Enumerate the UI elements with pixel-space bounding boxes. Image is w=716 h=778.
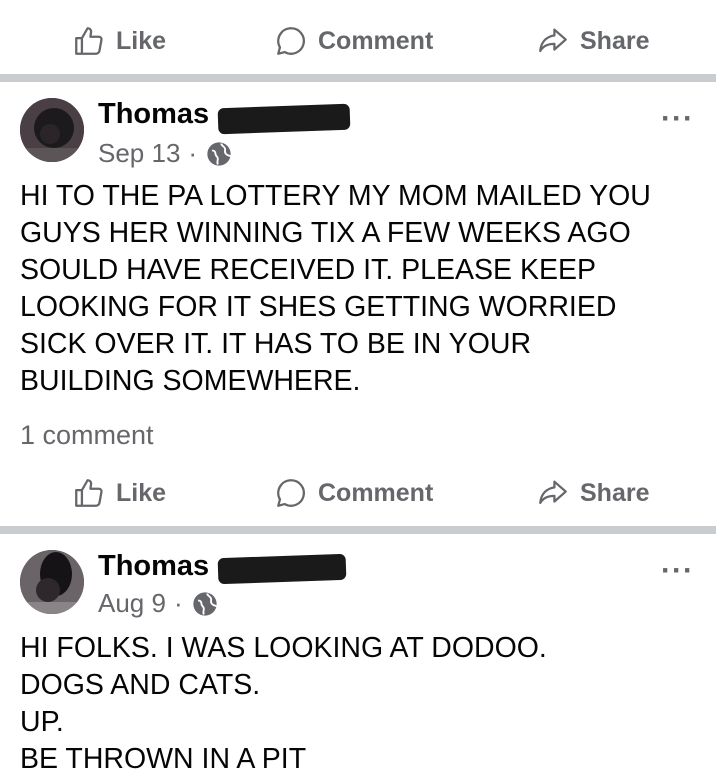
more-options-button[interactable]: ··· [661, 102, 694, 136]
comment-label: Comment [318, 478, 434, 507]
thumbs-up-icon [72, 24, 106, 58]
post-text-line: BUILDING SOMEWHERE. [20, 365, 361, 397]
comment-count[interactable]: 1 comment [20, 420, 154, 451]
more-options-button[interactable]: ··· [661, 554, 694, 588]
name-redaction [217, 103, 351, 135]
post: Thomas Aug 9 · ··· HI FOLKS. I WAS LOOKI… [0, 534, 716, 776]
post-text-line: SICK OVER IT. IT HAS TO BE IN YOUR [20, 328, 532, 360]
author-name[interactable]: Thomas [98, 550, 209, 583]
post-divider [0, 74, 716, 82]
like-button[interactable]: Like [72, 6, 166, 76]
comment-icon [274, 476, 308, 510]
like-label: Like [116, 26, 167, 55]
share-button[interactable]: Share [536, 6, 649, 76]
post-text-line: DOGS AND CATS. [20, 669, 261, 701]
post-text-line: LOOKING FOR IT SHES GETTING WORRIED [20, 291, 617, 323]
post-text-line: UP. [20, 706, 64, 738]
name-redaction [217, 553, 347, 585]
share-button[interactable]: Share [536, 458, 649, 528]
avatar[interactable] [20, 98, 84, 162]
share-icon [536, 24, 570, 58]
avatar[interactable] [20, 550, 84, 614]
comment-icon [274, 24, 308, 58]
author-name[interactable]: Thomas [98, 98, 209, 131]
post-text-line: HI FOLKS. I WAS LOOKING AT DODOO. [20, 632, 547, 664]
action-bar-post: Like Comment Share [0, 458, 716, 528]
post-divider [0, 526, 716, 534]
globe-icon [191, 590, 219, 618]
post-text-line: HI TO THE PA LOTTERY MY MOM MAILED YOU [20, 180, 651, 212]
post-body: HI TO THE PA LOTTERY MY MOM MAILED YOU G… [20, 178, 700, 400]
post-meta: Aug 9 · [98, 588, 219, 619]
action-bar-top: Like Comment Share [0, 6, 716, 76]
post-date[interactable]: Aug 9 [98, 588, 166, 619]
post-meta: Sep 13 · [98, 138, 233, 169]
post-text-line: SOULD HAVE RECEIVED IT. PLEASE KEEP [20, 254, 596, 286]
thumbs-up-icon [72, 476, 106, 510]
comment-label: Comment [318, 26, 434, 55]
share-label: Share [580, 478, 650, 507]
post-body: HI FOLKS. I WAS LOOKING AT DODOO. DOGS A… [20, 630, 700, 778]
post-date[interactable]: Sep 13 [98, 138, 180, 169]
comment-button[interactable]: Comment [274, 458, 433, 528]
meta-separator: · [173, 588, 183, 618]
meta-separator: · [188, 138, 198, 168]
post-text-line: GUYS HER WINNING TIX A FEW WEEKS AGO [20, 217, 631, 249]
post-text-line: BE THROWN IN A PIT [20, 743, 307, 775]
share-label: Share [580, 26, 650, 55]
globe-icon [205, 140, 233, 168]
like-button[interactable]: Like [72, 458, 166, 528]
comment-button[interactable]: Comment [274, 6, 433, 76]
like-label: Like [116, 478, 167, 507]
share-icon [536, 476, 570, 510]
post: Thomas Sep 13 · ··· HI TO THE PA LOTTERY… [0, 82, 716, 522]
